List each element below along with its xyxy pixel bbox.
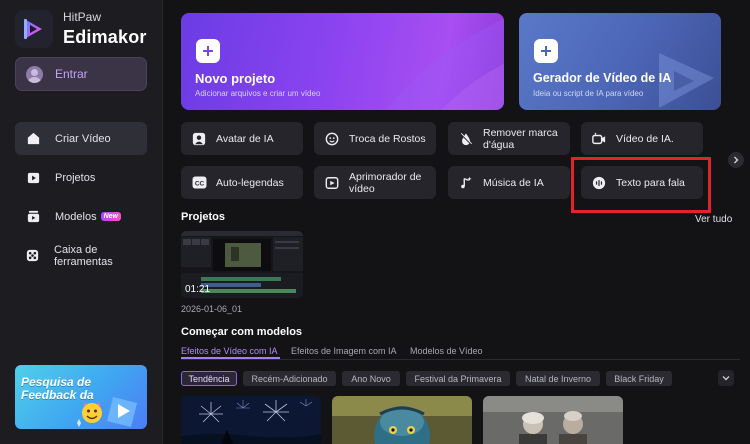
svg-text:CC: CC bbox=[194, 180, 204, 187]
scroll-right-button[interactable] bbox=[728, 152, 744, 168]
ai-video-icon bbox=[591, 131, 607, 147]
chevron-right-icon bbox=[734, 156, 739, 164]
projects-heading: Projetos bbox=[181, 211, 226, 223]
sidebar: HitPaw Edimakor Entrar Criar Vídeo Proje… bbox=[0, 0, 163, 444]
watermark-remove-icon bbox=[458, 131, 474, 147]
tab-ai-video-effects[interactable]: Efeitos de Vídeo com IA bbox=[181, 346, 278, 356]
tab-ai-image-effects[interactable]: Efeitos de Imagem com IA bbox=[291, 346, 397, 356]
plus-icon bbox=[534, 39, 558, 63]
chip-black-friday[interactable]: Black Friday bbox=[606, 371, 672, 386]
tool-musica-ia[interactable]: Música de IA bbox=[448, 166, 570, 199]
nav-caixa-ferramentas[interactable]: Caixa de ferramentas bbox=[15, 239, 147, 272]
card-decoration-icon bbox=[386, 18, 504, 110]
user-avatar-icon bbox=[26, 65, 43, 83]
project-duration: 01:21 bbox=[185, 284, 211, 295]
project-thumbnail[interactable]: 01:21 bbox=[181, 231, 303, 298]
enhancer-icon bbox=[324, 175, 340, 191]
chevron-down-icon bbox=[722, 376, 730, 381]
nav-label: Projetos bbox=[55, 171, 96, 184]
tool-remover-marca[interactable]: Remover marca d'água bbox=[448, 122, 570, 155]
tool-label: Aprimorador de vídeo bbox=[349, 170, 422, 195]
template-thumbnail[interactable] bbox=[181, 396, 321, 444]
plus-icon bbox=[196, 39, 220, 63]
card-title: Gerador de Vídeo de IA bbox=[533, 71, 672, 85]
chip-tendencia[interactable]: Tendência bbox=[181, 371, 237, 386]
avatar-character-image bbox=[332, 396, 472, 444]
active-tab-indicator bbox=[181, 357, 280, 359]
templates-icon bbox=[25, 209, 41, 225]
tool-label: Música de IA bbox=[483, 176, 544, 189]
avatar-icon bbox=[191, 131, 207, 147]
expand-chips-button[interactable] bbox=[718, 370, 734, 386]
edimakor-logo-icon bbox=[24, 19, 42, 39]
app-logo bbox=[15, 10, 53, 48]
templates-heading: Começar com modelos bbox=[181, 326, 303, 338]
tool-label: Auto-legendas bbox=[216, 176, 284, 189]
elderly-couple-image bbox=[483, 396, 623, 444]
tabs-divider bbox=[181, 359, 740, 360]
music-icon bbox=[458, 175, 474, 191]
ai-video-generator-card[interactable]: Gerador de Vídeo de IA Ideia ou script d… bbox=[519, 13, 721, 110]
login-button[interactable]: Entrar bbox=[15, 57, 147, 91]
chip-festival-primavera[interactable]: Festival da Primavera bbox=[406, 371, 510, 386]
face-swap-icon bbox=[324, 131, 340, 147]
brand-name-line1: HitPaw bbox=[63, 10, 102, 24]
tool-video-ia[interactable]: Vídeo de IA. bbox=[581, 122, 703, 155]
card-subtitle: Adicionar arquivos e criar um vídeo bbox=[195, 89, 321, 98]
chip-natal-inverno[interactable]: Natal de Inverno bbox=[516, 371, 600, 386]
nav-label: Modelos bbox=[55, 210, 97, 223]
brand-name-line2: Edimakor bbox=[63, 27, 147, 47]
view-all-link[interactable]: Ver tudo bbox=[695, 214, 732, 225]
chip-recem-adicionado[interactable]: Recém-Adicionado bbox=[243, 371, 336, 386]
login-label: Entrar bbox=[55, 67, 88, 81]
tool-avatar-ia[interactable]: Avatar de IA bbox=[181, 122, 303, 155]
new-project-card[interactable]: Novo projeto Adicionar arquivos e criar … bbox=[181, 13, 504, 110]
tool-label: Remover marca d'água bbox=[483, 126, 558, 151]
home-icon bbox=[25, 131, 41, 147]
captions-icon: CC bbox=[191, 175, 207, 191]
fireworks-image bbox=[181, 396, 321, 444]
nav-label: Caixa de ferramentas bbox=[54, 243, 113, 268]
tool-aprimorador-video[interactable]: Aprimorador de vídeo bbox=[314, 166, 436, 199]
tool-label: Troca de Rostos bbox=[349, 132, 426, 145]
toolbox-icon bbox=[25, 248, 40, 264]
new-badge: New bbox=[100, 212, 121, 221]
chip-ano-novo[interactable]: Ano Novo bbox=[342, 371, 400, 386]
nav-projetos[interactable]: Projetos bbox=[15, 161, 147, 194]
folder-icon bbox=[25, 170, 41, 186]
card-title: Novo projeto bbox=[195, 71, 276, 86]
tool-auto-legendas[interactable]: CC Auto-legendas bbox=[181, 166, 303, 199]
feedback-illustration-icon bbox=[77, 397, 137, 427]
card-subtitle: Ideia ou script de IA para vídeo bbox=[533, 89, 644, 98]
feedback-survey-banner[interactable]: Pesquisa de Feedback da bbox=[15, 365, 147, 429]
nav-modelos[interactable]: Modelos New bbox=[15, 200, 147, 233]
tool-label: Avatar de IA bbox=[216, 132, 274, 145]
nav-label: Criar Vídeo bbox=[55, 132, 111, 145]
tool-troca-rostos[interactable]: Troca de Rostos bbox=[314, 122, 436, 155]
highlight-box bbox=[571, 157, 711, 213]
template-thumbnail[interactable] bbox=[483, 396, 623, 444]
template-thumbnail[interactable] bbox=[332, 396, 472, 444]
nav-criar-video[interactable]: Criar Vídeo bbox=[15, 122, 147, 155]
project-name: 2026-01-06_01 bbox=[181, 304, 243, 314]
tab-video-templates[interactable]: Modelos de Vídeo bbox=[410, 346, 483, 356]
tool-label: Vídeo de IA. bbox=[616, 132, 674, 145]
